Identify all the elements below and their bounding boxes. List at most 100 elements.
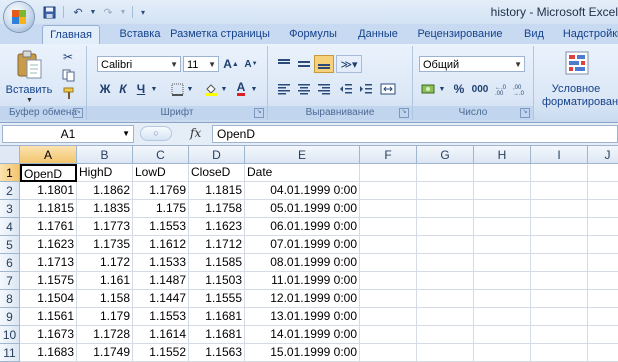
cell[interactable]: 06.01.1999 0:00 (245, 218, 360, 236)
save-icon[interactable] (40, 4, 58, 20)
cell[interactable]: 1.1862 (77, 182, 133, 200)
cell[interactable] (417, 164, 474, 182)
align-top-icon[interactable] (274, 55, 294, 73)
cell[interactable]: 07.01.1999 0:00 (245, 236, 360, 254)
cell[interactable] (588, 290, 618, 308)
decrease-decimal-icon[interactable]: ,00 →,0 (511, 80, 531, 98)
cell[interactable]: 1.1735 (77, 236, 133, 254)
tab-insert[interactable]: Вставка (110, 25, 170, 44)
cell[interactable]: 1.1555 (189, 290, 245, 308)
number-format-dropdown[interactable]: Общий ▼ (419, 56, 525, 72)
cell[interactable] (531, 326, 588, 344)
cell[interactable]: 1.1681 (189, 326, 245, 344)
cell[interactable] (360, 164, 417, 182)
cell[interactable]: 1.1614 (133, 326, 189, 344)
align-bottom-icon[interactable] (314, 55, 334, 73)
increase-decimal-icon[interactable]: ←,0,00 (493, 80, 513, 98)
cell[interactable]: 13.01.1999 0:00 (245, 308, 360, 326)
row-header[interactable]: 7 (0, 272, 20, 290)
cell[interactable]: 1.1712 (189, 236, 245, 254)
font-size-dropdown[interactable]: 11 ▼ (183, 56, 219, 72)
align-middle-icon[interactable] (294, 55, 314, 73)
cell[interactable] (588, 164, 618, 182)
cell[interactable] (360, 182, 417, 200)
column-header[interactable]: D (189, 146, 245, 164)
cell[interactable]: 1.172 (77, 254, 133, 272)
decrease-indent-icon[interactable] (336, 80, 356, 98)
cell[interactable]: 1.1553 (133, 218, 189, 236)
cell[interactable] (417, 254, 474, 272)
tab-formulas[interactable]: Формулы (278, 25, 348, 44)
cell[interactable] (588, 344, 618, 362)
cell[interactable] (588, 236, 618, 254)
align-left-icon[interactable] (274, 80, 294, 98)
cell[interactable]: 1.1553 (133, 308, 189, 326)
name-box[interactable]: A1 ▼ (2, 125, 134, 143)
row-header[interactable]: 6 (0, 254, 20, 272)
column-header[interactable]: B (77, 146, 133, 164)
alignment-dialog-launcher-icon[interactable]: ↘ (399, 108, 409, 118)
cell[interactable]: 1.1728 (77, 326, 133, 344)
align-center-icon[interactable] (294, 80, 314, 98)
cell[interactable] (474, 344, 531, 362)
column-header[interactable]: E (245, 146, 360, 164)
currency-dropdown-icon[interactable]: ▼ (437, 80, 447, 98)
cell[interactable] (588, 254, 618, 272)
row-header[interactable]: 9 (0, 308, 20, 326)
font-color-dropdown-icon[interactable]: ▼ (249, 80, 259, 98)
percent-button[interactable]: % (449, 80, 469, 98)
cell[interactable] (531, 344, 588, 362)
conditional-formatting-button[interactable]: Условное форматирование (534, 48, 618, 108)
cell[interactable] (474, 236, 531, 254)
number-dialog-launcher-icon[interactable]: ↘ (520, 108, 530, 118)
cell[interactable] (417, 200, 474, 218)
tab-home[interactable]: Главная (42, 25, 100, 45)
cell[interactable] (417, 218, 474, 236)
underline-button[interactable]: Ч (131, 80, 151, 98)
row-header[interactable]: 8 (0, 290, 20, 308)
cut-icon[interactable]: ✂ (58, 48, 78, 66)
cell[interactable] (474, 182, 531, 200)
cell[interactable] (588, 200, 618, 218)
cell[interactable]: 1.1758 (189, 200, 245, 218)
row-header[interactable]: 5 (0, 236, 20, 254)
cell[interactable] (588, 218, 618, 236)
cell[interactable] (588, 272, 618, 290)
cell[interactable]: 1.1681 (189, 308, 245, 326)
cell[interactable]: 1.1801 (20, 182, 77, 200)
column-header[interactable]: H (474, 146, 531, 164)
cell[interactable]: 1.1563 (189, 344, 245, 362)
shrink-font-icon[interactable]: A ▼ (241, 55, 261, 73)
copy-icon[interactable] (58, 66, 78, 84)
currency-format-icon[interactable] (419, 80, 439, 98)
cell[interactable] (360, 272, 417, 290)
cell[interactable] (474, 326, 531, 344)
cell[interactable]: 1.1761 (20, 218, 77, 236)
cell[interactable] (417, 308, 474, 326)
cell[interactable] (417, 272, 474, 290)
cell[interactable] (531, 308, 588, 326)
cell[interactable] (588, 326, 618, 344)
fill-color-icon[interactable] (201, 80, 221, 98)
column-header[interactable]: F (360, 146, 417, 164)
redo-icon[interactable]: ↷ (99, 4, 117, 20)
cell[interactable]: CloseD (189, 164, 245, 182)
cell[interactable]: 1.1504 (20, 290, 77, 308)
italic-button[interactable]: К (113, 80, 133, 98)
row-header[interactable]: 11 (0, 344, 20, 362)
cell[interactable]: 1.1561 (20, 308, 77, 326)
cell[interactable] (531, 200, 588, 218)
cell[interactable] (531, 218, 588, 236)
worksheet-grid[interactable]: A B C D E F G H I J 1 OpenD HighD LowD CloseD Date 2 1.18… (0, 146, 618, 362)
row-header[interactable]: 10 (0, 326, 20, 344)
cell[interactable] (417, 236, 474, 254)
cell[interactable] (474, 290, 531, 308)
undo-dropdown-icon[interactable]: ▼ (89, 4, 97, 20)
cell[interactable] (360, 344, 417, 362)
cell[interactable]: 1.1835 (77, 200, 133, 218)
cell[interactable]: 1.1623 (189, 218, 245, 236)
tab-addins[interactable]: Надстройки (558, 25, 618, 44)
thousands-separator-button[interactable]: 000 (467, 80, 493, 98)
cell[interactable] (531, 254, 588, 272)
customize-qat-icon[interactable]: ▾ (138, 4, 148, 20)
